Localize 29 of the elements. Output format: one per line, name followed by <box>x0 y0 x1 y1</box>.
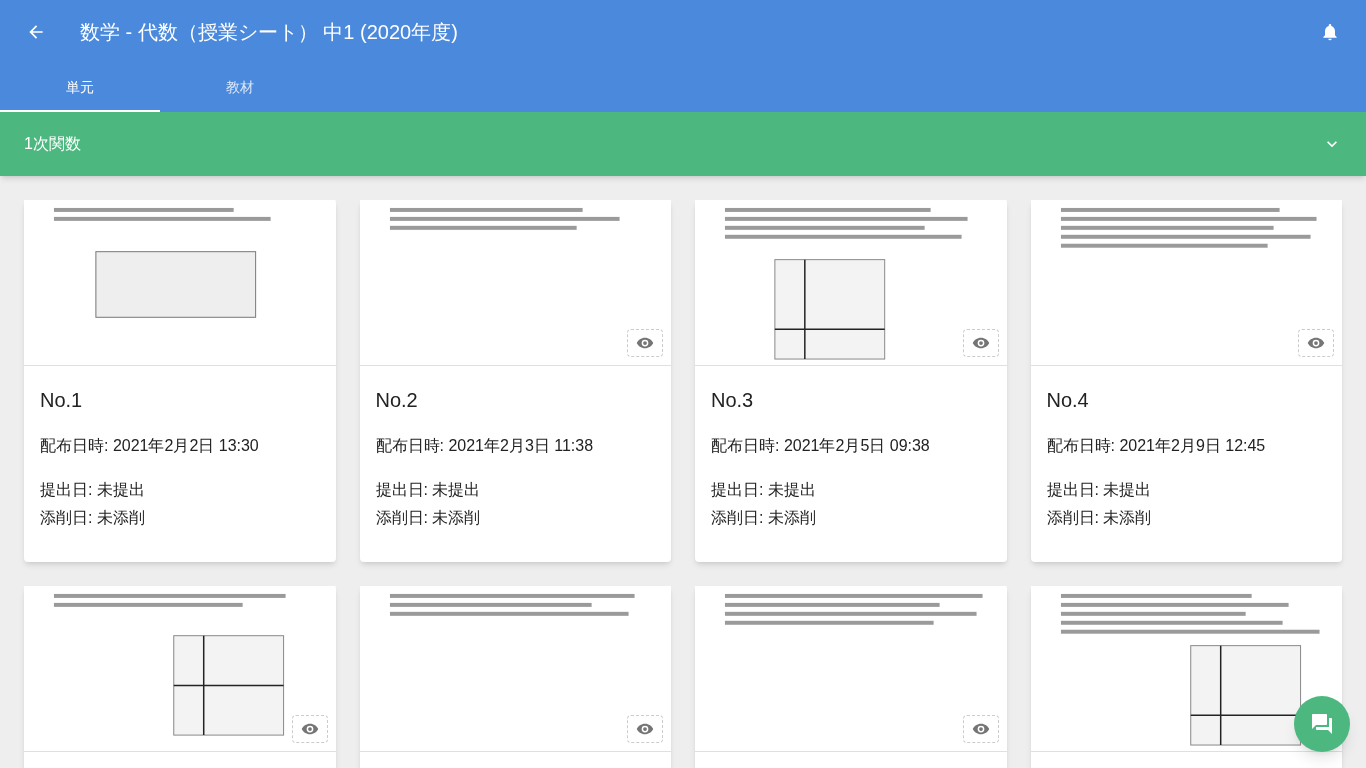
card-title: No.2 <box>375 388 419 413</box>
card-title: No.1 <box>40 388 84 413</box>
correction-date: 添削日: 未添削 <box>375 508 482 528</box>
submission-date: 提出日: 未提出 <box>375 480 482 500</box>
worksheet-card[interactable]: No.3 配布日時: 2021年2月5日 09:38 提出日: 未提出 添削日: 未添削 <box>695 200 1007 562</box>
chat-icon <box>1310 712 1334 736</box>
preview-button[interactable] <box>627 715 663 743</box>
preview-button[interactable] <box>962 329 999 357</box>
worksheet-card[interactable]: No.2 配布日時: 2021年2月3日 11:38 提出日: 未提出 添削日: 未添削 <box>359 200 671 562</box>
correction-date: 添削日: 未添削 <box>40 508 146 528</box>
card-title: No.3 <box>711 388 755 413</box>
submission-date: 提出日: 未提出 <box>711 480 817 500</box>
distribution-date: 配布日時: 2021年2月5日 09:38 <box>711 436 931 456</box>
distribution-date: 配布日時: 2021年2月3日 11:38 <box>375 436 595 456</box>
preview-button[interactable] <box>291 715 328 743</box>
distribution-date: 配布日時: 2021年2月9日 12:45 <box>1046 436 1267 456</box>
submission-date: 提出日: 未提出 <box>40 480 146 500</box>
worksheet-card[interactable]: No.4 配布日時: 2021年2月9日 12:45 提出日: 未提出 添削日: 未添削 <box>1030 200 1342 562</box>
page-title: 数学 - 代数（授業シート） 中1 (2020年度) <box>80 20 458 45</box>
bell-icon <box>1320 22 1340 42</box>
preview-button[interactable] <box>627 329 663 357</box>
card-title: No.4 <box>1046 388 1090 413</box>
preview-button[interactable] <box>1298 329 1334 357</box>
correction-date: 添削日: 未添削 <box>1046 508 1153 528</box>
preview-button[interactable] <box>962 715 999 743</box>
worksheet-card[interactable]: No.1 配布日時: 2021年2月2日 13:30 提出日: 未提出 添削日: 未添削 <box>24 200 336 562</box>
correction-date: 添削日: 未添削 <box>711 508 817 528</box>
submission-date: 提出日: 未提出 <box>1046 480 1153 500</box>
distribution-date: 配布日時: 2021年2月2日 13:30 <box>40 436 260 456</box>
